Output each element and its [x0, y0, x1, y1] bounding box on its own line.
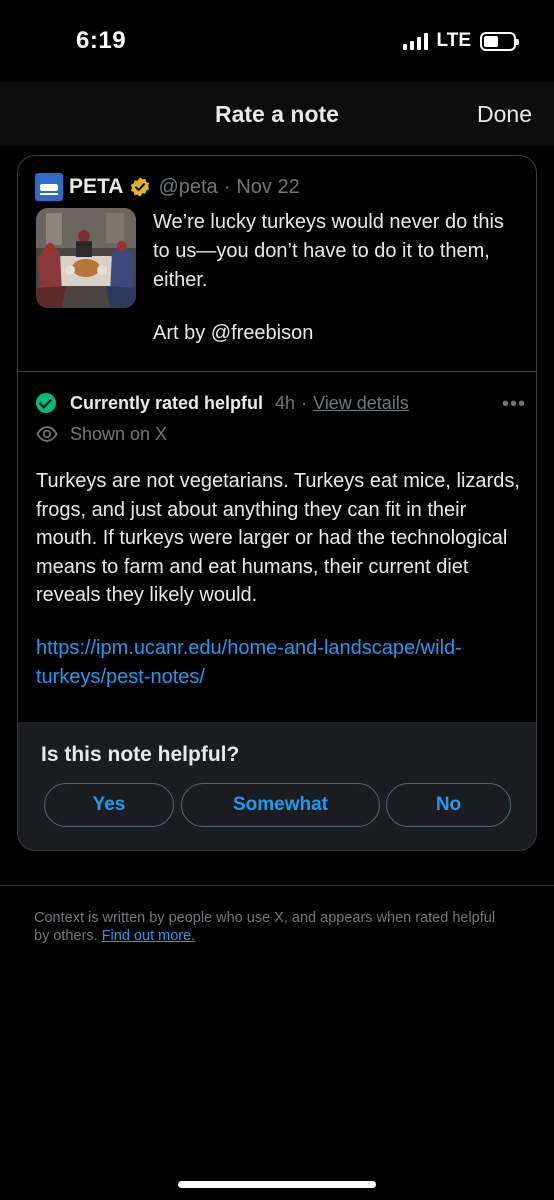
- tweet-date: Nov 22: [236, 175, 300, 198]
- home-indicator[interactable]: [178, 1181, 376, 1188]
- tweet-separator: ·: [223, 175, 231, 198]
- shown-on-x-row: Shown on X: [36, 422, 167, 446]
- rating-panel: Is this note helpful? Yes Somewhat No: [18, 722, 536, 850]
- done-button[interactable]: Done: [477, 101, 532, 128]
- yes-button[interactable]: Yes: [44, 783, 174, 827]
- tweet-handle: @peta: [158, 175, 218, 198]
- find-out-more-link[interactable]: Find out more.: [102, 928, 196, 944]
- verified-badge-icon: [131, 177, 150, 197]
- tweet-author-row: PETA @peta · Nov 22: [35, 173, 300, 201]
- network-label: LTE: [436, 30, 471, 51]
- somewhat-button[interactable]: Somewhat: [181, 783, 380, 827]
- shown-on-x-label: Shown on X: [70, 423, 168, 444]
- footer-text: Context is written by people who use X, …: [34, 909, 514, 945]
- artwork-thumbnail-icon[interactable]: [36, 208, 136, 308]
- tweet-author-name: PETA: [69, 175, 124, 198]
- note-status-row: Currently rated helpful 4h · View detail…: [36, 390, 526, 416]
- rating-question: Is this note helpful?: [41, 743, 240, 766]
- rating-status: Currently rated helpful: [70, 392, 264, 413]
- quoted-tweet[interactable]: PETA @peta · Nov 22 We’re lucky turkeys …: [18, 156, 536, 372]
- no-button[interactable]: No: [386, 783, 511, 827]
- eye-icon: [36, 426, 58, 442]
- view-details-link[interactable]: View details: [313, 393, 409, 414]
- peta-logo-icon: [35, 173, 63, 201]
- note-card: PETA @peta · Nov 22 We’re lucky turkeys …: [17, 155, 537, 851]
- tweet-text: We’re lucky turkeys would never do this …: [153, 211, 504, 291]
- status-bar: 6:19 LTE: [0, 0, 554, 82]
- status-time: 6:19: [76, 27, 127, 54]
- divider: [0, 885, 554, 886]
- header: Rate a note Done: [0, 82, 554, 146]
- tweet-art-credit: Art by @freebison: [153, 322, 314, 344]
- more-horizontal-icon[interactable]: •••: [502, 393, 526, 416]
- signal-icon: [402, 32, 428, 50]
- note-separator: ·: [301, 392, 308, 413]
- page-title: Rate a note: [215, 101, 339, 127]
- battery-icon: [480, 31, 519, 51]
- note-source-link[interactable]: https://ipm.ucanr.edu/home-and-landscape…: [36, 634, 526, 692]
- note-body: Turkeys are not vegetarians. Turkeys eat…: [36, 470, 520, 606]
- status-indicators: LTE: [402, 30, 519, 52]
- check-circle-icon: [36, 393, 56, 413]
- note-time: 4h: [275, 392, 296, 413]
